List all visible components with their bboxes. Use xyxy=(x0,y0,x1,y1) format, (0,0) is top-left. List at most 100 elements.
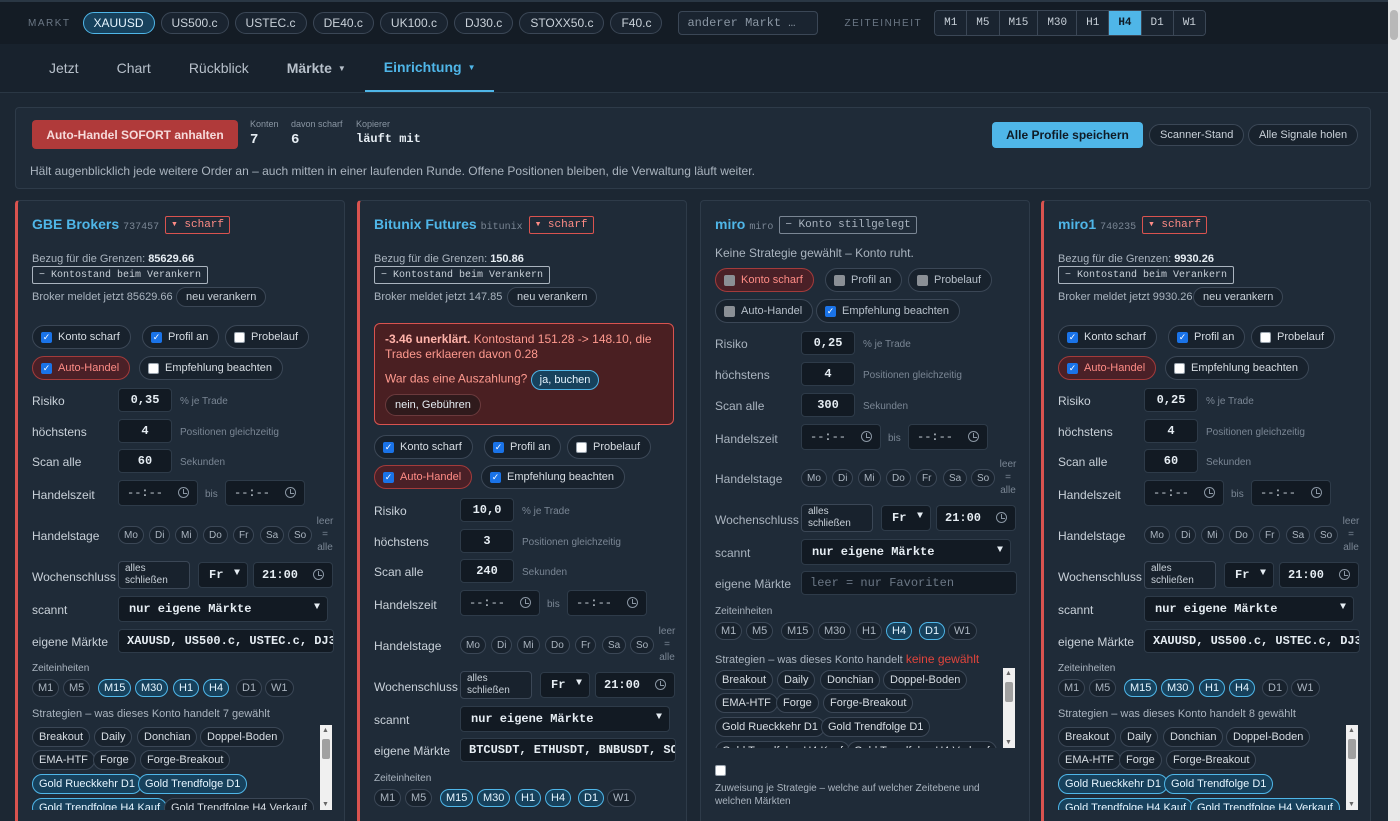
max-positions-input[interactable]: 4 xyxy=(118,419,172,443)
day-sa[interactable]: Sa xyxy=(260,526,285,544)
checkbox-checked-icon[interactable]: ✓ xyxy=(825,305,836,317)
reanchor-button[interactable]: neu verankern xyxy=(507,287,598,307)
tf-d1[interactable]: D1 xyxy=(919,622,946,640)
toggle-auto-handel[interactable]: Auto-Handel xyxy=(715,299,814,323)
day-so[interactable]: So xyxy=(630,636,655,654)
week-close-time[interactable]: 21:00 xyxy=(1279,562,1359,588)
day-fr[interactable]: Fr xyxy=(916,469,938,487)
reanchor-button[interactable]: neu verankern xyxy=(176,287,267,307)
checkbox-unchecked-icon[interactable] xyxy=(834,274,845,286)
day-mo[interactable]: Mo xyxy=(460,636,486,654)
trading-time-start[interactable]: --:-- xyxy=(1144,480,1224,506)
tf-m30[interactable]: M30 xyxy=(135,679,169,697)
tf-h1[interactable]: H1 xyxy=(173,679,200,697)
scan-interval-input[interactable]: 60 xyxy=(1144,449,1198,473)
own-markets-input[interactable]: BTCUSDT, ETHUSDT, BNBUSDT, SOLUSDT xyxy=(460,738,676,762)
strategy-ema-htf[interactable]: EMA-HTF xyxy=(715,693,778,713)
strategy-doppel-boden[interactable]: Doppel-Boden xyxy=(883,670,968,690)
trading-time-end[interactable]: --:-- xyxy=(567,590,647,616)
strategy-gold-trendfolge-h4-kauf[interactable]: Gold Trendfolge H4 Kauf xyxy=(1058,798,1194,810)
day-sa[interactable]: Sa xyxy=(1286,526,1311,544)
day-fr[interactable]: Fr xyxy=(1259,526,1281,544)
checkbox-unchecked-icon[interactable] xyxy=(148,362,159,374)
toggle-probelauf[interactable]: Probelauf xyxy=(1251,325,1336,349)
strategy-donchian[interactable]: Donchian xyxy=(820,670,881,690)
day-di[interactable]: Di xyxy=(1175,526,1197,544)
tf-m5[interactable]: M5 xyxy=(405,789,433,807)
toggle-konto-scharf[interactable]: ✓ Konto scharf xyxy=(374,435,473,459)
scan-interval-input[interactable]: 300 xyxy=(801,393,855,417)
market-pill-xauusd[interactable]: XAUUSD xyxy=(82,12,155,34)
week-close-time[interactable]: 21:00 xyxy=(253,562,333,588)
day-fr[interactable]: Fr xyxy=(575,636,597,654)
timeframe-h4[interactable]: H4 xyxy=(1109,11,1142,35)
toggle-profil-an[interactable]: ✓ Profil an xyxy=(484,435,562,459)
checkbox-checked-icon[interactable]: ✓ xyxy=(1067,362,1078,374)
market-pill-de40[interactable]: DE40.c xyxy=(312,12,374,34)
checkbox-checked-icon[interactable]: ✓ xyxy=(151,331,162,343)
stop-auto-trading-button[interactable]: Auto-Handel SOFORT anhalten xyxy=(32,120,238,149)
scroll-down-icon[interactable]: ▼ xyxy=(322,801,329,808)
close-all-toggle[interactable]: alles schließen xyxy=(118,561,190,589)
checkbox-unchecked-icon[interactable] xyxy=(724,305,735,317)
scanner-status-button[interactable]: Scanner-Stand xyxy=(1149,124,1245,146)
week-close-day-select[interactable]: Fr ▼ xyxy=(540,672,590,698)
strategy-list-scrollbar[interactable]: ▲ ▼ xyxy=(1346,725,1358,810)
page-scrollbar-thumb[interactable] xyxy=(1390,10,1398,40)
reanchor-button[interactable]: neu verankern xyxy=(1193,287,1284,307)
scroll-up-icon[interactable]: ▲ xyxy=(1005,670,1012,677)
checkbox-unchecked-icon[interactable] xyxy=(1174,362,1185,374)
fees-button[interactable]: nein, Gebühren xyxy=(385,394,481,416)
strategy-gold-trendfolge-d1[interactable]: Gold Trendfolge D1 xyxy=(821,717,931,737)
strategy-gold-trendfolge-h4-kauf[interactable]: Gold Trendfolge H4 Kauf xyxy=(715,741,851,748)
day-mo[interactable]: Mo xyxy=(118,526,144,544)
risk-input[interactable]: 0,25 xyxy=(801,331,855,355)
scroll-up-icon[interactable]: ▲ xyxy=(1348,727,1355,734)
day-mi[interactable]: Mi xyxy=(858,469,881,487)
tf-m30[interactable]: M30 xyxy=(477,789,511,807)
strategy-list-scrollbar[interactable]: ▲ ▼ xyxy=(320,725,332,810)
tf-w1[interactable]: W1 xyxy=(948,622,977,640)
checkbox-checked-icon[interactable]: ✓ xyxy=(493,441,504,453)
checkbox-checked-icon[interactable]: ✓ xyxy=(41,362,52,374)
day-mi[interactable]: Mi xyxy=(517,636,540,654)
checkbox-unchecked-icon[interactable] xyxy=(234,331,245,343)
scroll-down-icon[interactable]: ▼ xyxy=(1348,801,1355,808)
tf-m1[interactable]: M1 xyxy=(1058,679,1086,697)
strategy-daily[interactable]: Daily xyxy=(1120,727,1159,747)
tab-einrichtung[interactable]: Einrichtung ▼ xyxy=(364,44,495,92)
market-pill-us500[interactable]: US500.c xyxy=(160,12,229,34)
book-withdrawal-button[interactable]: ja, buchen xyxy=(530,370,600,390)
risk-input[interactable]: 0,35 xyxy=(118,388,172,412)
day-so[interactable]: So xyxy=(971,469,996,487)
tab-chart[interactable]: Chart xyxy=(98,44,170,92)
day-di[interactable]: Di xyxy=(491,636,513,654)
anchor-balance-toggle[interactable]: − Kontostand beim Verankern xyxy=(32,266,209,284)
risk-input[interactable]: 10,0 xyxy=(460,498,514,522)
strategy-list-scrollbar[interactable]: ▲ ▼ xyxy=(1003,668,1015,748)
trading-time-start[interactable]: --:-- xyxy=(118,480,198,506)
own-markets-input[interactable]: leer = nur Favoriten xyxy=(801,571,1017,595)
timeframe-h1[interactable]: H1 xyxy=(1077,11,1110,35)
toggle-probelauf[interactable]: Probelauf xyxy=(908,268,993,292)
strategy-breakout[interactable]: Breakout xyxy=(1058,727,1117,747)
checkbox-unchecked-icon[interactable] xyxy=(1260,331,1271,343)
day-di[interactable]: Di xyxy=(149,526,171,544)
strategy-donchian[interactable]: Donchian xyxy=(137,727,198,747)
anchor-balance-toggle[interactable]: − Kontostand beim Verankern xyxy=(374,266,551,284)
day-sa[interactable]: Sa xyxy=(943,469,968,487)
timeframe-w1[interactable]: W1 xyxy=(1173,11,1205,35)
strategy-ema-htf[interactable]: EMA-HTF xyxy=(32,750,95,770)
tf-m15[interactable]: M15 xyxy=(781,622,815,640)
own-markets-input[interactable]: XAUUSD, US500.c, USTEC.c, DJ30.c xyxy=(1144,629,1360,653)
tf-m15[interactable]: M15 xyxy=(440,789,474,807)
checkbox-unchecked-icon[interactable] xyxy=(576,441,587,453)
checkbox-unchecked-icon[interactable] xyxy=(724,274,735,286)
strategy-forge[interactable]: Forge xyxy=(93,750,136,770)
toggle-probelauf[interactable]: Probelauf xyxy=(225,325,310,349)
scan-scope-select[interactable]: nur eigene Märkte ▼ xyxy=(1144,596,1354,622)
status-badge[interactable]: ▾ scharf xyxy=(165,216,231,235)
toggle-empfehlung[interactable]: Empfehlung beachten xyxy=(1165,356,1310,380)
toggle-empfehlung[interactable]: Empfehlung beachten xyxy=(139,356,284,380)
tf-m5[interactable]: M5 xyxy=(746,622,774,640)
